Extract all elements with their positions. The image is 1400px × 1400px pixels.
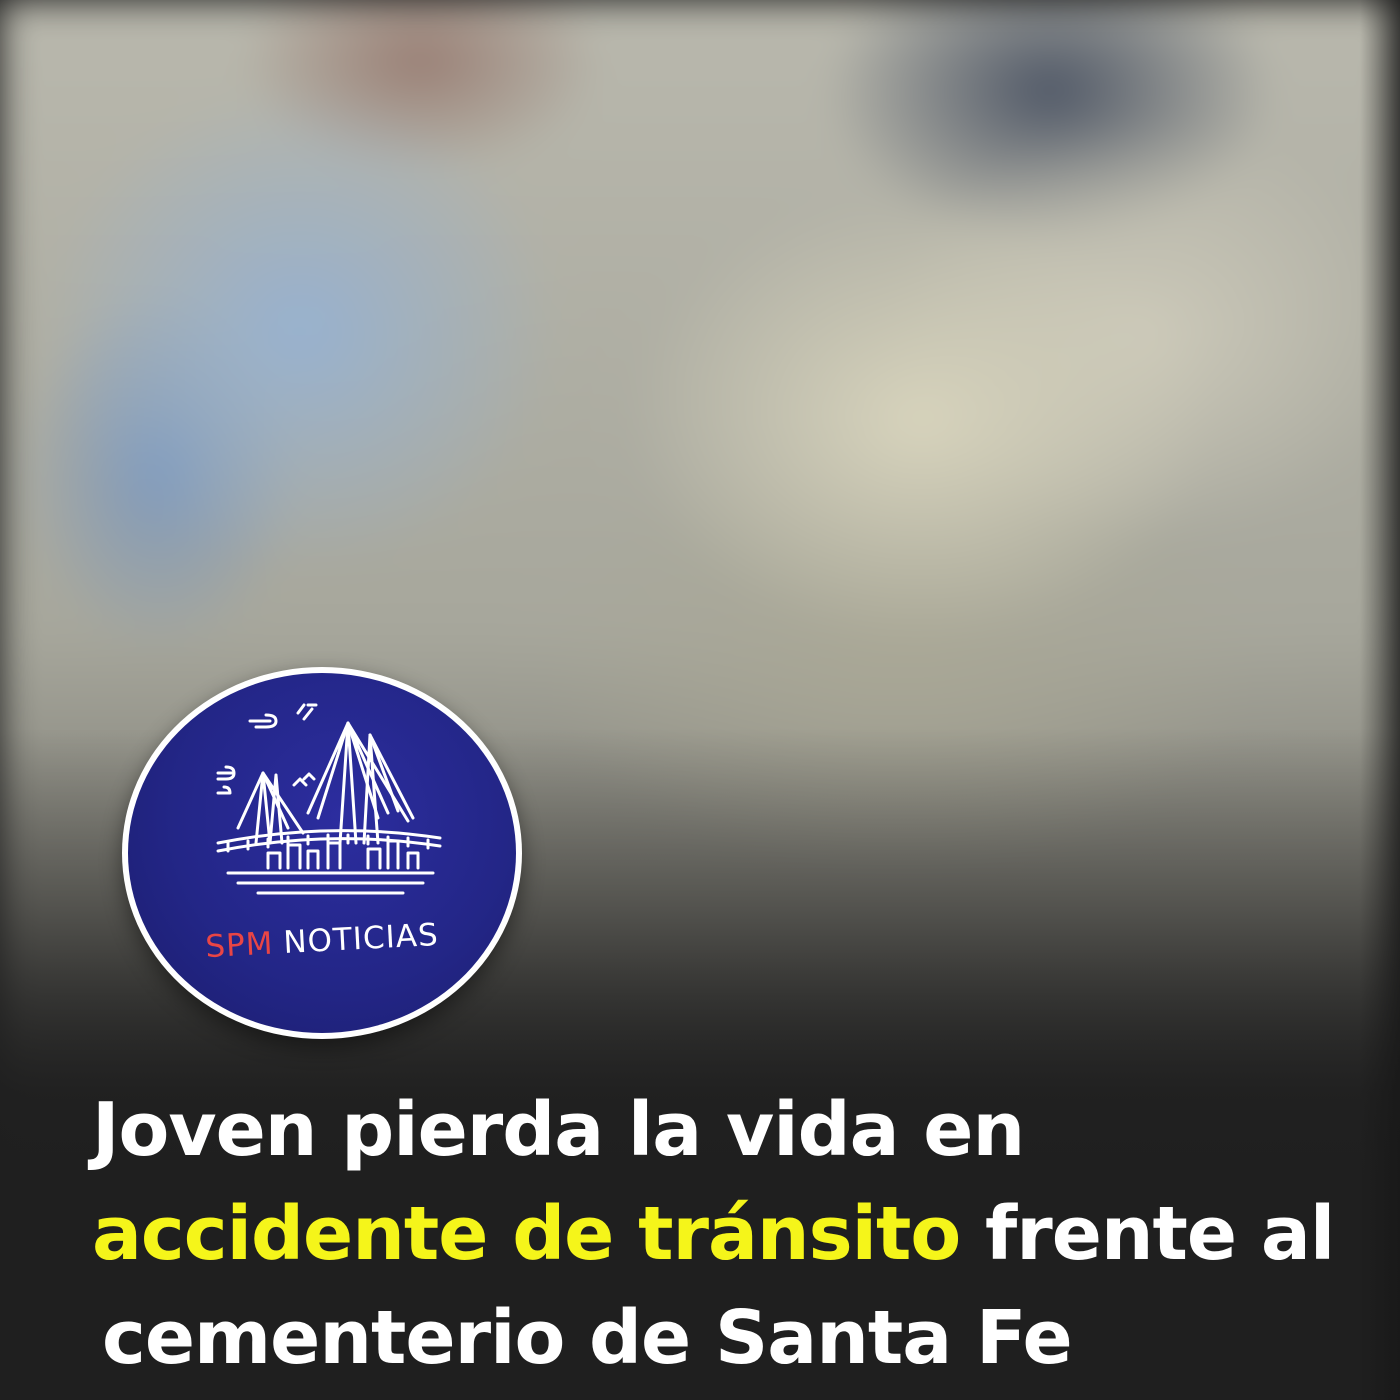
logo-wordmark: SPM NOTICIAS [128, 913, 516, 969]
headline-line-1: Joven pierda la vida en [92, 1087, 1025, 1173]
headline: Joven pierda la vida en accidente de trá… [92, 1078, 1352, 1390]
right-edge-shadow [1360, 0, 1400, 1400]
logo-circle: SPM NOTICIAS [128, 673, 516, 1033]
headline-highlight: accidente de tránsito [92, 1191, 961, 1277]
news-post: SPM NOTICIAS Joven pierda la vida en acci… [0, 0, 1400, 1400]
logo-text-spm: SPM [204, 925, 275, 966]
headline-line-3: cementerio de Santa Fe [102, 1295, 1073, 1381]
logo-text-noticias: NOTICIAS [282, 916, 440, 961]
headline-line-2-rest: frente al [985, 1191, 1335, 1277]
spm-noticias-logo: SPM NOTICIAS [122, 667, 522, 1039]
headline-line-2: accidente de tránsito frente al [92, 1182, 1352, 1286]
bridge-skyline-icon [216, 703, 442, 895]
